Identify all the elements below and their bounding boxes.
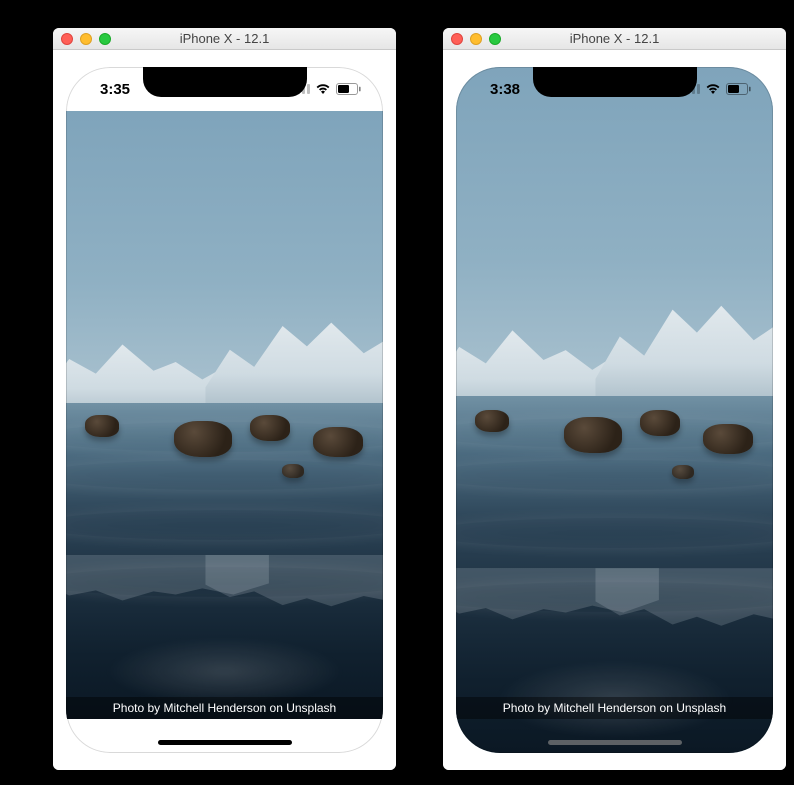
caption-bar: Photo by Mitchell Henderson on Unsplash (66, 697, 383, 719)
wallpaper-image (66, 111, 383, 719)
traffic-lights (61, 33, 111, 45)
caption-text: Photo by Mitchell Henderson on Unsplash (503, 701, 726, 715)
battery-icon (336, 83, 361, 95)
wifi-icon (315, 83, 331, 95)
status-time: 3:35 (100, 81, 130, 98)
notch (143, 67, 307, 97)
maximize-icon[interactable] (99, 33, 111, 45)
close-icon[interactable] (451, 33, 463, 45)
home-indicator[interactable] (158, 740, 292, 745)
content-area (456, 67, 773, 753)
wallpaper-image (456, 67, 773, 753)
wifi-icon (705, 83, 721, 95)
status-time: 3:38 (490, 81, 520, 98)
minimize-icon[interactable] (470, 33, 482, 45)
window-titlebar[interactable]: iPhone X - 12.1 (443, 28, 786, 50)
phone-screen[interactable]: 3:38 Photo by Mitchell Henderson on Unsp… (456, 67, 773, 753)
traffic-lights (451, 33, 501, 45)
notch (533, 67, 697, 97)
simulator-window-left: iPhone X - 12.1 3:35 (53, 28, 396, 770)
simulator-window-right: iPhone X - 12.1 3:38 (443, 28, 786, 770)
caption-bar: Photo by Mitchell Henderson on Unsplash (456, 697, 773, 719)
battery-icon (726, 83, 751, 95)
close-icon[interactable] (61, 33, 73, 45)
content-area (66, 111, 383, 719)
caption-text: Photo by Mitchell Henderson on Unsplash (113, 701, 336, 715)
simulator-viewport: 3:35 (53, 50, 396, 770)
window-titlebar[interactable]: iPhone X - 12.1 (53, 28, 396, 50)
simulator-viewport: 3:38 Photo by Mitchell Henderson on Unsp… (443, 50, 786, 770)
phone-screen[interactable]: 3:35 (66, 67, 383, 753)
minimize-icon[interactable] (80, 33, 92, 45)
maximize-icon[interactable] (489, 33, 501, 45)
home-indicator[interactable] (548, 740, 682, 745)
